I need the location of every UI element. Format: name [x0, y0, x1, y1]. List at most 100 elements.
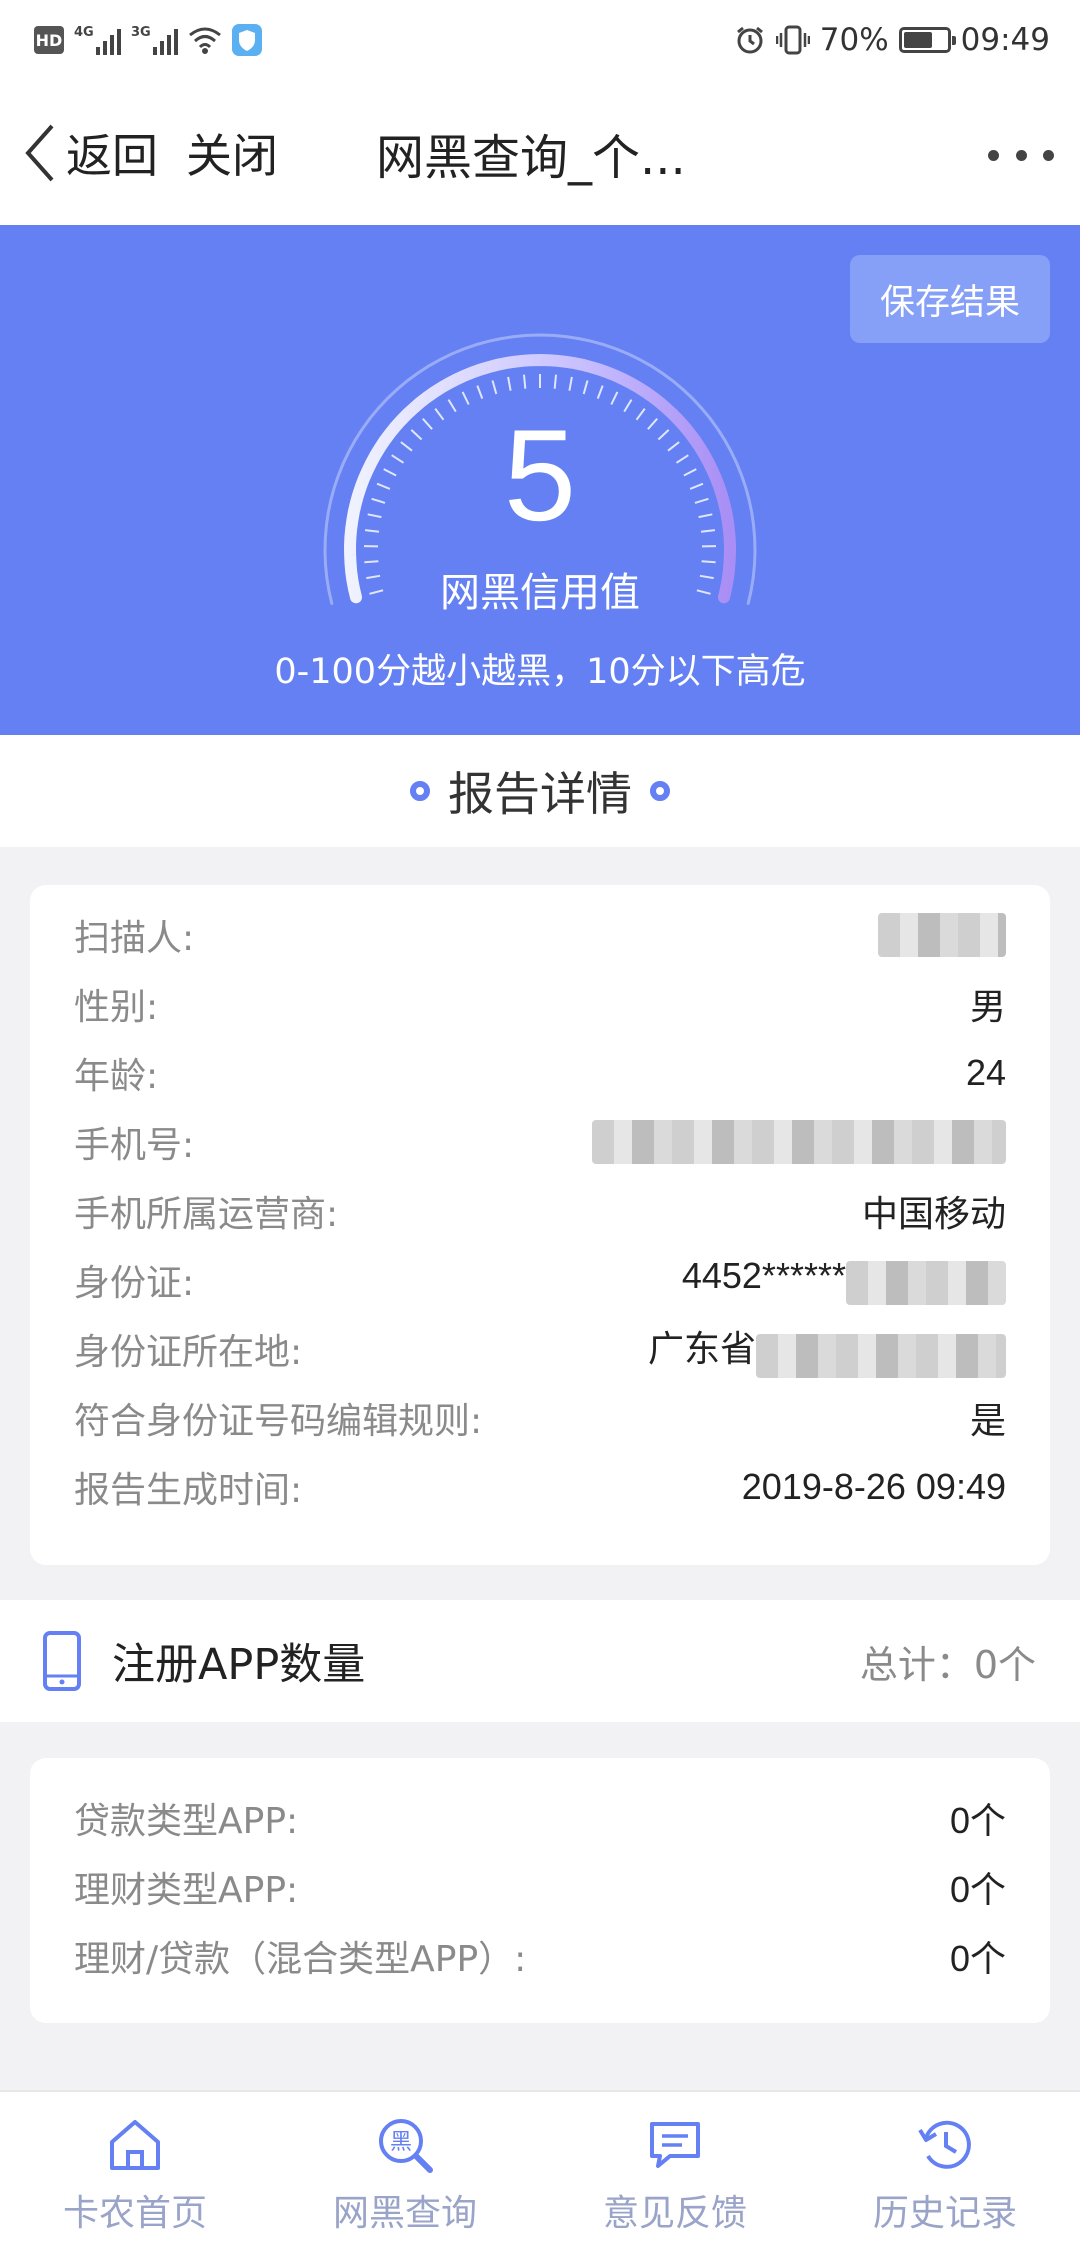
- wifi-icon: [188, 25, 222, 55]
- detail-row-id: 身份证: 4452******: [74, 1250, 1006, 1310]
- score-hint: 0-100分越小越黑，10分以下高危: [0, 643, 1080, 694]
- detail-label: 性别:: [74, 978, 158, 1030]
- detail-value: 广东省: [648, 1328, 756, 1369]
- app-row-mixed: 理财/贷款（混合类型APP）: 0个: [74, 1926, 1006, 1986]
- detail-value: 2019-8-26 09:49: [742, 1466, 1006, 1508]
- tab-home[interactable]: 卡农首页: [0, 2092, 270, 2242]
- detail-row-id-location: 身份证所在地: 广东省: [74, 1319, 1006, 1379]
- detail-row-phone: 手机号:: [74, 1112, 1006, 1172]
- redacted-value: [756, 1334, 1006, 1378]
- network-type-label: 4G: [74, 25, 94, 40]
- app-value: 0个: [950, 1930, 1006, 1982]
- blacklist-search-icon: 黑: [374, 2114, 436, 2176]
- registered-apps-header: 注册APP数量 总计：0个: [0, 1600, 1080, 1722]
- credit-score-value: 5: [0, 405, 1080, 545]
- gauge-tick: [493, 381, 497, 395]
- credit-score-label: 网黑信用值: [0, 560, 1080, 618]
- redacted-value: [878, 913, 1006, 957]
- report-details-header: 报告详情: [0, 735, 1080, 847]
- status-right: 70% 09:49: [734, 20, 1050, 60]
- tab-label: 意见反馈: [603, 2184, 747, 2236]
- gauge-tick: [611, 392, 617, 405]
- save-result-button[interactable]: 保存结果: [850, 255, 1050, 343]
- detail-value: 4452******: [682, 1255, 846, 1296]
- tab-blacklist-search[interactable]: 黑 网黑查询: [270, 2092, 540, 2242]
- gauge-tick: [524, 375, 525, 389]
- ring-icon: [410, 781, 430, 801]
- gauge-tick: [508, 377, 511, 391]
- network-type-label-2: 3G: [131, 25, 151, 40]
- nav-bar: 返回 关闭 网黑查询_个...: [0, 80, 1080, 225]
- tab-label: 网黑查询: [333, 2184, 477, 2236]
- hd-icon: HD: [34, 26, 64, 54]
- home-icon: [104, 2114, 166, 2176]
- registered-apps-title: 注册APP数量: [112, 1630, 365, 1692]
- redacted-value: [592, 1120, 1006, 1164]
- gauge-tick: [463, 392, 469, 405]
- score-hero: 保存结果 5 网黑信用值 0-100分越小越黑，10分以下高危: [0, 225, 1080, 735]
- detail-row-gender: 性别: 男: [74, 974, 1006, 1034]
- detail-label: 身份证所在地:: [74, 1323, 302, 1375]
- gauge-tick: [584, 381, 588, 395]
- detail-row-carrier: 手机所属运营商: 中国移动: [74, 1181, 1006, 1241]
- detail-label: 手机所属运营商:: [74, 1185, 338, 1237]
- detail-value: 24: [966, 1052, 1006, 1094]
- detail-label: 年龄:: [74, 1047, 158, 1099]
- tab-label: 历史记录: [873, 2184, 1017, 2236]
- gauge-tick: [598, 386, 603, 399]
- detail-row-report-time: 报告生成时间: 2019-8-26 09:49: [74, 1457, 1006, 1517]
- detail-value-wrap: 广东省: [648, 1320, 1006, 1379]
- detail-value: 是: [970, 1392, 1006, 1444]
- detail-label: 符合身份证号码编辑规则:: [74, 1392, 482, 1444]
- detail-row-age: 年龄: 24: [74, 1043, 1006, 1103]
- detail-value: 男: [970, 978, 1006, 1030]
- redacted-value: [846, 1261, 1006, 1305]
- page-title: 网黑查询_个...: [376, 118, 686, 188]
- detail-row-scanner: 扫描人:: [74, 905, 1006, 965]
- detail-label: 身份证:: [74, 1254, 194, 1306]
- dot-icon: [1043, 150, 1054, 161]
- registered-apps-total: 总计：0个: [860, 1630, 1036, 1692]
- status-left: HD 4G 3G: [34, 22, 262, 58]
- shield-icon: [232, 24, 262, 56]
- gauge-tick: [555, 375, 556, 389]
- back-label: 返回: [66, 120, 158, 186]
- history-icon: [914, 2114, 976, 2176]
- ring-icon: [650, 781, 670, 801]
- status-bar: HD 4G 3G 70% 09:49: [0, 0, 1080, 80]
- gauge-tick: [477, 386, 482, 399]
- report-details-title: 报告详情: [448, 758, 632, 824]
- blacklist-char: 黑: [390, 2130, 412, 2155]
- dot-icon: [1016, 150, 1027, 161]
- app-label: 理财类型APP:: [74, 1861, 298, 1913]
- battery-icon: [899, 27, 951, 53]
- tab-history[interactable]: 历史记录: [810, 2092, 1080, 2242]
- back-button[interactable]: 返回: [22, 118, 158, 188]
- detail-label: 手机号:: [74, 1116, 194, 1168]
- more-menu-button[interactable]: [988, 135, 1054, 175]
- report-details-card: 扫描人: 性别: 男 年龄: 24 手机号: 手机所属运营商: 中国移动 身份证…: [30, 885, 1050, 1565]
- signal-icon: 4G: [74, 25, 121, 55]
- phone-icon: [42, 1630, 82, 1692]
- app-row-finance: 理财类型APP: 0个: [74, 1857, 1006, 1917]
- app-label: 理财/贷款（混合类型APP）:: [74, 1930, 526, 1982]
- battery-percent: 70%: [820, 22, 889, 58]
- detail-label: 报告生成时间:: [74, 1461, 302, 1513]
- detail-value-wrap: 4452******: [682, 1255, 1006, 1306]
- dot-icon: [988, 150, 999, 161]
- detail-label: 扫描人:: [74, 909, 194, 961]
- tab-feedback[interactable]: 意见反馈: [540, 2092, 810, 2242]
- detail-row-id-valid: 符合身份证号码编辑规则: 是: [74, 1388, 1006, 1448]
- gauge-tick: [569, 377, 572, 391]
- bottom-tab-bar: 卡农首页 黑 网黑查询 意见反馈 历史记录: [0, 2090, 1080, 2242]
- signal-icon-2: 3G: [131, 25, 178, 55]
- app-value: 0个: [950, 1792, 1006, 1844]
- app-row-loan: 贷款类型APP: 0个: [74, 1788, 1006, 1848]
- status-time: 09:49: [961, 22, 1050, 58]
- tab-label: 卡农首页: [63, 2184, 207, 2236]
- close-button[interactable]: 关闭: [186, 118, 278, 188]
- vibrate-icon: [776, 24, 810, 56]
- alarm-icon: [734, 24, 766, 56]
- registered-apps-card: 贷款类型APP: 0个 理财类型APP: 0个 理财/贷款（混合类型APP）: …: [30, 1758, 1050, 2023]
- feedback-icon: [644, 2114, 706, 2176]
